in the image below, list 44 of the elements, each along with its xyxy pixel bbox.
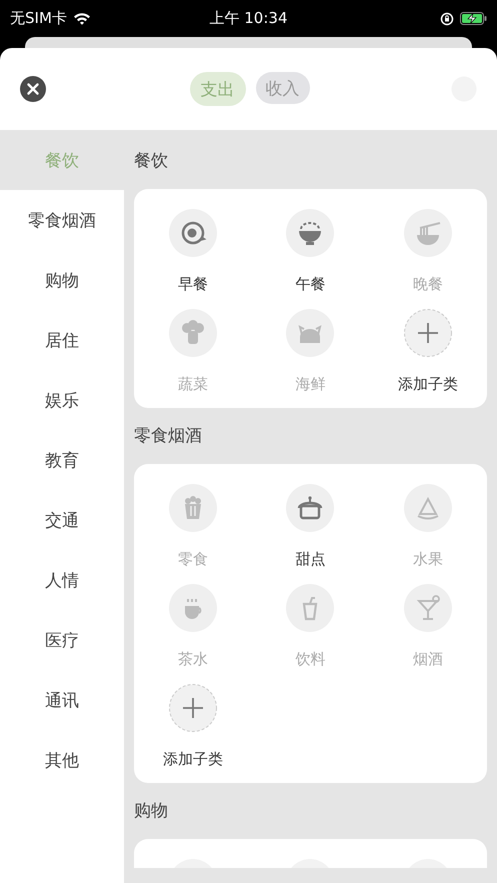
section-title: 零食烟酒 (134, 425, 203, 448)
sidebar-item[interactable]: 娱乐 (45, 388, 79, 412)
sidebar-item[interactable]: 教育 (45, 448, 79, 472)
noodle-bowl-icon[interactable] (404, 209, 452, 257)
sidebar-item[interactable]: 零食烟酒 (28, 208, 96, 232)
sidebar-item[interactable]: 其他 (45, 748, 79, 772)
sidebar-item[interactable]: 人情 (45, 568, 79, 592)
sidebar-item[interactable]: 通讯 (45, 688, 79, 712)
cocktail-icon[interactable] (404, 584, 452, 632)
close-button[interactable] (20, 76, 46, 102)
popcorn-icon[interactable] (168, 484, 217, 532)
add-button[interactable] (404, 309, 452, 357)
rotation-lock-icon (440, 12, 454, 26)
category-label: 添加子类 (162, 749, 223, 769)
sidebar-item[interactable]: 购物 (45, 268, 79, 292)
category-label: 早餐 (178, 274, 208, 294)
sidebar-item[interactable]: 居住 (45, 328, 79, 352)
add-button[interactable] (168, 684, 217, 732)
sidebar-item[interactable]: 医疗 (45, 628, 79, 652)
wifi-icon (72, 12, 91, 25)
battery-charging-icon (460, 12, 487, 25)
clock-time: 上午 10:34 (210, 9, 288, 27)
category-label: 午餐 (295, 274, 326, 294)
sidebar-item[interactable]: 交通 (45, 508, 79, 532)
carrier-label: 无SIM卡 (10, 9, 67, 28)
drink-cup-icon[interactable] (286, 584, 334, 632)
category-label: 海鲜 (295, 374, 326, 394)
broccoli-icon[interactable] (168, 309, 217, 357)
category-label: 烟酒 (413, 649, 444, 669)
category-label: 甜点 (295, 549, 326, 569)
cake-icon[interactable] (286, 484, 334, 532)
cup-icon[interactable] (168, 584, 217, 632)
section-title: 餐饮 (134, 150, 169, 173)
category-label: 零食 (178, 549, 208, 569)
category-label: 茶水 (178, 649, 208, 669)
section-title: 购物 (134, 800, 169, 823)
category-label: 蔬菜 (178, 374, 208, 394)
egg-icon[interactable] (168, 209, 217, 257)
rice-bowl-icon[interactable] (286, 209, 334, 257)
category-label: 饮料 (295, 649, 326, 669)
category-label: 水果 (413, 549, 444, 569)
category-label: 晚餐 (413, 274, 444, 294)
category-label: 添加子类 (398, 374, 458, 394)
watermelon-icon[interactable] (404, 484, 452, 532)
